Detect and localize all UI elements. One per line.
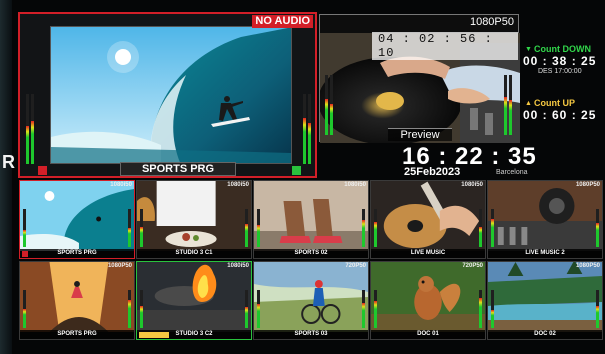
preview-monitor[interactable]: 1080P50 04 : 02 : 56 : 10 Preview xyxy=(319,14,520,143)
preview-format: 1080P50 xyxy=(469,16,514,28)
clock-city: Barcelona xyxy=(496,169,528,176)
tile-label: LIVE MUSIC 2 xyxy=(488,249,602,258)
tile-meter-right xyxy=(245,290,248,328)
tile-tally-preview xyxy=(139,332,169,338)
tile-format: 1080i50 xyxy=(227,263,249,269)
source-thumbnail xyxy=(488,262,602,332)
tile-label: SPORTS PRG xyxy=(20,330,134,339)
program-tally-green xyxy=(292,166,301,175)
tile-meter-left xyxy=(140,209,143,247)
source-tile[interactable]: 1080i50 STUDIO 3 C2 xyxy=(136,261,252,340)
tile-format: 1080P50 xyxy=(575,263,600,269)
audio-meter-right-2 xyxy=(308,94,311,164)
preview-meter-r xyxy=(504,75,507,135)
tile-meter-left xyxy=(491,290,494,328)
audio-meter-left xyxy=(26,94,29,164)
tile-format: 720P50 xyxy=(462,263,483,269)
count-down-destination: DES 17:00:00 xyxy=(538,68,582,75)
source-tile[interactable]: 720P50 DOC 01 xyxy=(370,261,486,340)
preview-meter-l2 xyxy=(330,75,333,135)
multiviewer-screen: R NO AUDIO SPORTS PRG 1080P50 04: 02: … xyxy=(0,0,605,354)
clock-date: 25Feb2023 xyxy=(404,166,461,178)
tile-label: DOC 01 xyxy=(371,330,485,339)
tile-meter-right xyxy=(362,209,365,247)
source-tile[interactable]: 1080i50 SPORTS PRG xyxy=(19,180,135,259)
program-monitor[interactable]: NO AUDIO SPORTS PRG xyxy=(18,12,317,178)
tile-meter-left xyxy=(23,209,26,247)
tile-meter-right xyxy=(479,290,482,328)
tile-label: SPORTS 03 xyxy=(254,330,368,339)
tile-meter-right xyxy=(128,290,131,328)
tile-meter-left xyxy=(23,290,26,328)
tile-format: 1080P50 xyxy=(107,263,132,269)
source-tile[interactable]: 1080P50 DOC 02 xyxy=(487,261,603,340)
source-tile[interactable]: 1080i50 SPORTS 02 xyxy=(253,180,369,259)
tile-format: 1080i50 xyxy=(344,182,366,188)
source-thumbnail xyxy=(254,181,368,251)
tile-meter-left xyxy=(140,290,143,328)
source-thumbnail xyxy=(488,181,602,251)
source-thumbnail xyxy=(20,181,134,251)
source-thumbnail xyxy=(254,262,368,332)
tile-meter-right xyxy=(596,209,599,247)
tile-label: DOC 02 xyxy=(488,330,602,339)
edge-glyph: R xyxy=(2,152,15,172)
source-tile[interactable]: 720P50 SPORTS 03 xyxy=(253,261,369,340)
source-thumbnail xyxy=(137,181,251,251)
source-tile[interactable]: 1080P50 SPORTS PRG xyxy=(19,261,135,340)
no-audio-warning: NO AUDIO xyxy=(252,15,313,28)
triangle-down-icon: ▼ xyxy=(525,46,532,53)
tile-format: 1080P50 xyxy=(575,182,600,188)
tile-meter-left xyxy=(257,290,260,328)
tile-meter-left xyxy=(374,290,377,328)
audio-meter-right xyxy=(303,94,306,164)
tile-meter-left xyxy=(374,209,377,247)
audio-meter-left-2 xyxy=(31,94,34,164)
tile-meter-right xyxy=(596,290,599,328)
tile-format: 1080i50 xyxy=(461,182,483,188)
program-source-label: SPORTS PRG xyxy=(120,162,236,176)
count-up-value: 00 : 60 : 25 xyxy=(523,108,597,122)
source-thumbnail xyxy=(371,181,485,251)
tile-meter-right xyxy=(479,209,482,247)
tile-label: STUDIO 3 C1 xyxy=(137,249,251,258)
left-edge-panel: R xyxy=(0,0,15,354)
source-tile[interactable]: 1080i50 STUDIO 3 C1 xyxy=(136,180,252,259)
preview-meter-r2 xyxy=(509,75,512,135)
count-down-title: Count DOWN xyxy=(534,44,591,54)
count-down-value: 00 : 38 : 25 xyxy=(523,54,597,68)
tile-meter-right xyxy=(245,209,248,247)
count-up-title: Count UP xyxy=(534,98,575,108)
triangle-up-icon: ▲ xyxy=(525,100,532,107)
tile-meter-right xyxy=(362,290,365,328)
preview-meter-l xyxy=(325,75,328,135)
tile-label: SPORTS PRG xyxy=(20,249,134,258)
source-tile[interactable]: 1080i50 LIVE MUSIC xyxy=(370,180,486,259)
tile-meter-left xyxy=(257,209,260,247)
source-thumbnail xyxy=(137,262,251,332)
tile-format: 720P50 xyxy=(345,263,366,269)
tile-label: LIVE MUSIC xyxy=(371,249,485,258)
preview-timecode: 04 : 02 : 56 : 10 xyxy=(372,32,518,60)
source-tile[interactable]: 1080P50 LIVE MUSIC 2 xyxy=(487,180,603,259)
preview-label: Preview xyxy=(388,128,452,141)
tile-label: SPORTS 02 xyxy=(254,249,368,258)
tile-format: 1080i50 xyxy=(227,182,249,188)
program-tally-red xyxy=(38,166,47,175)
source-thumbnail xyxy=(371,262,485,332)
tile-meter-left xyxy=(491,209,494,247)
tile-tally-program xyxy=(22,251,28,257)
tile-meter-right xyxy=(128,209,131,247)
program-video xyxy=(50,26,292,164)
source-thumbnail xyxy=(20,262,134,332)
tile-format: 1080i50 xyxy=(110,182,132,188)
surfer-wave-image xyxy=(51,27,291,163)
